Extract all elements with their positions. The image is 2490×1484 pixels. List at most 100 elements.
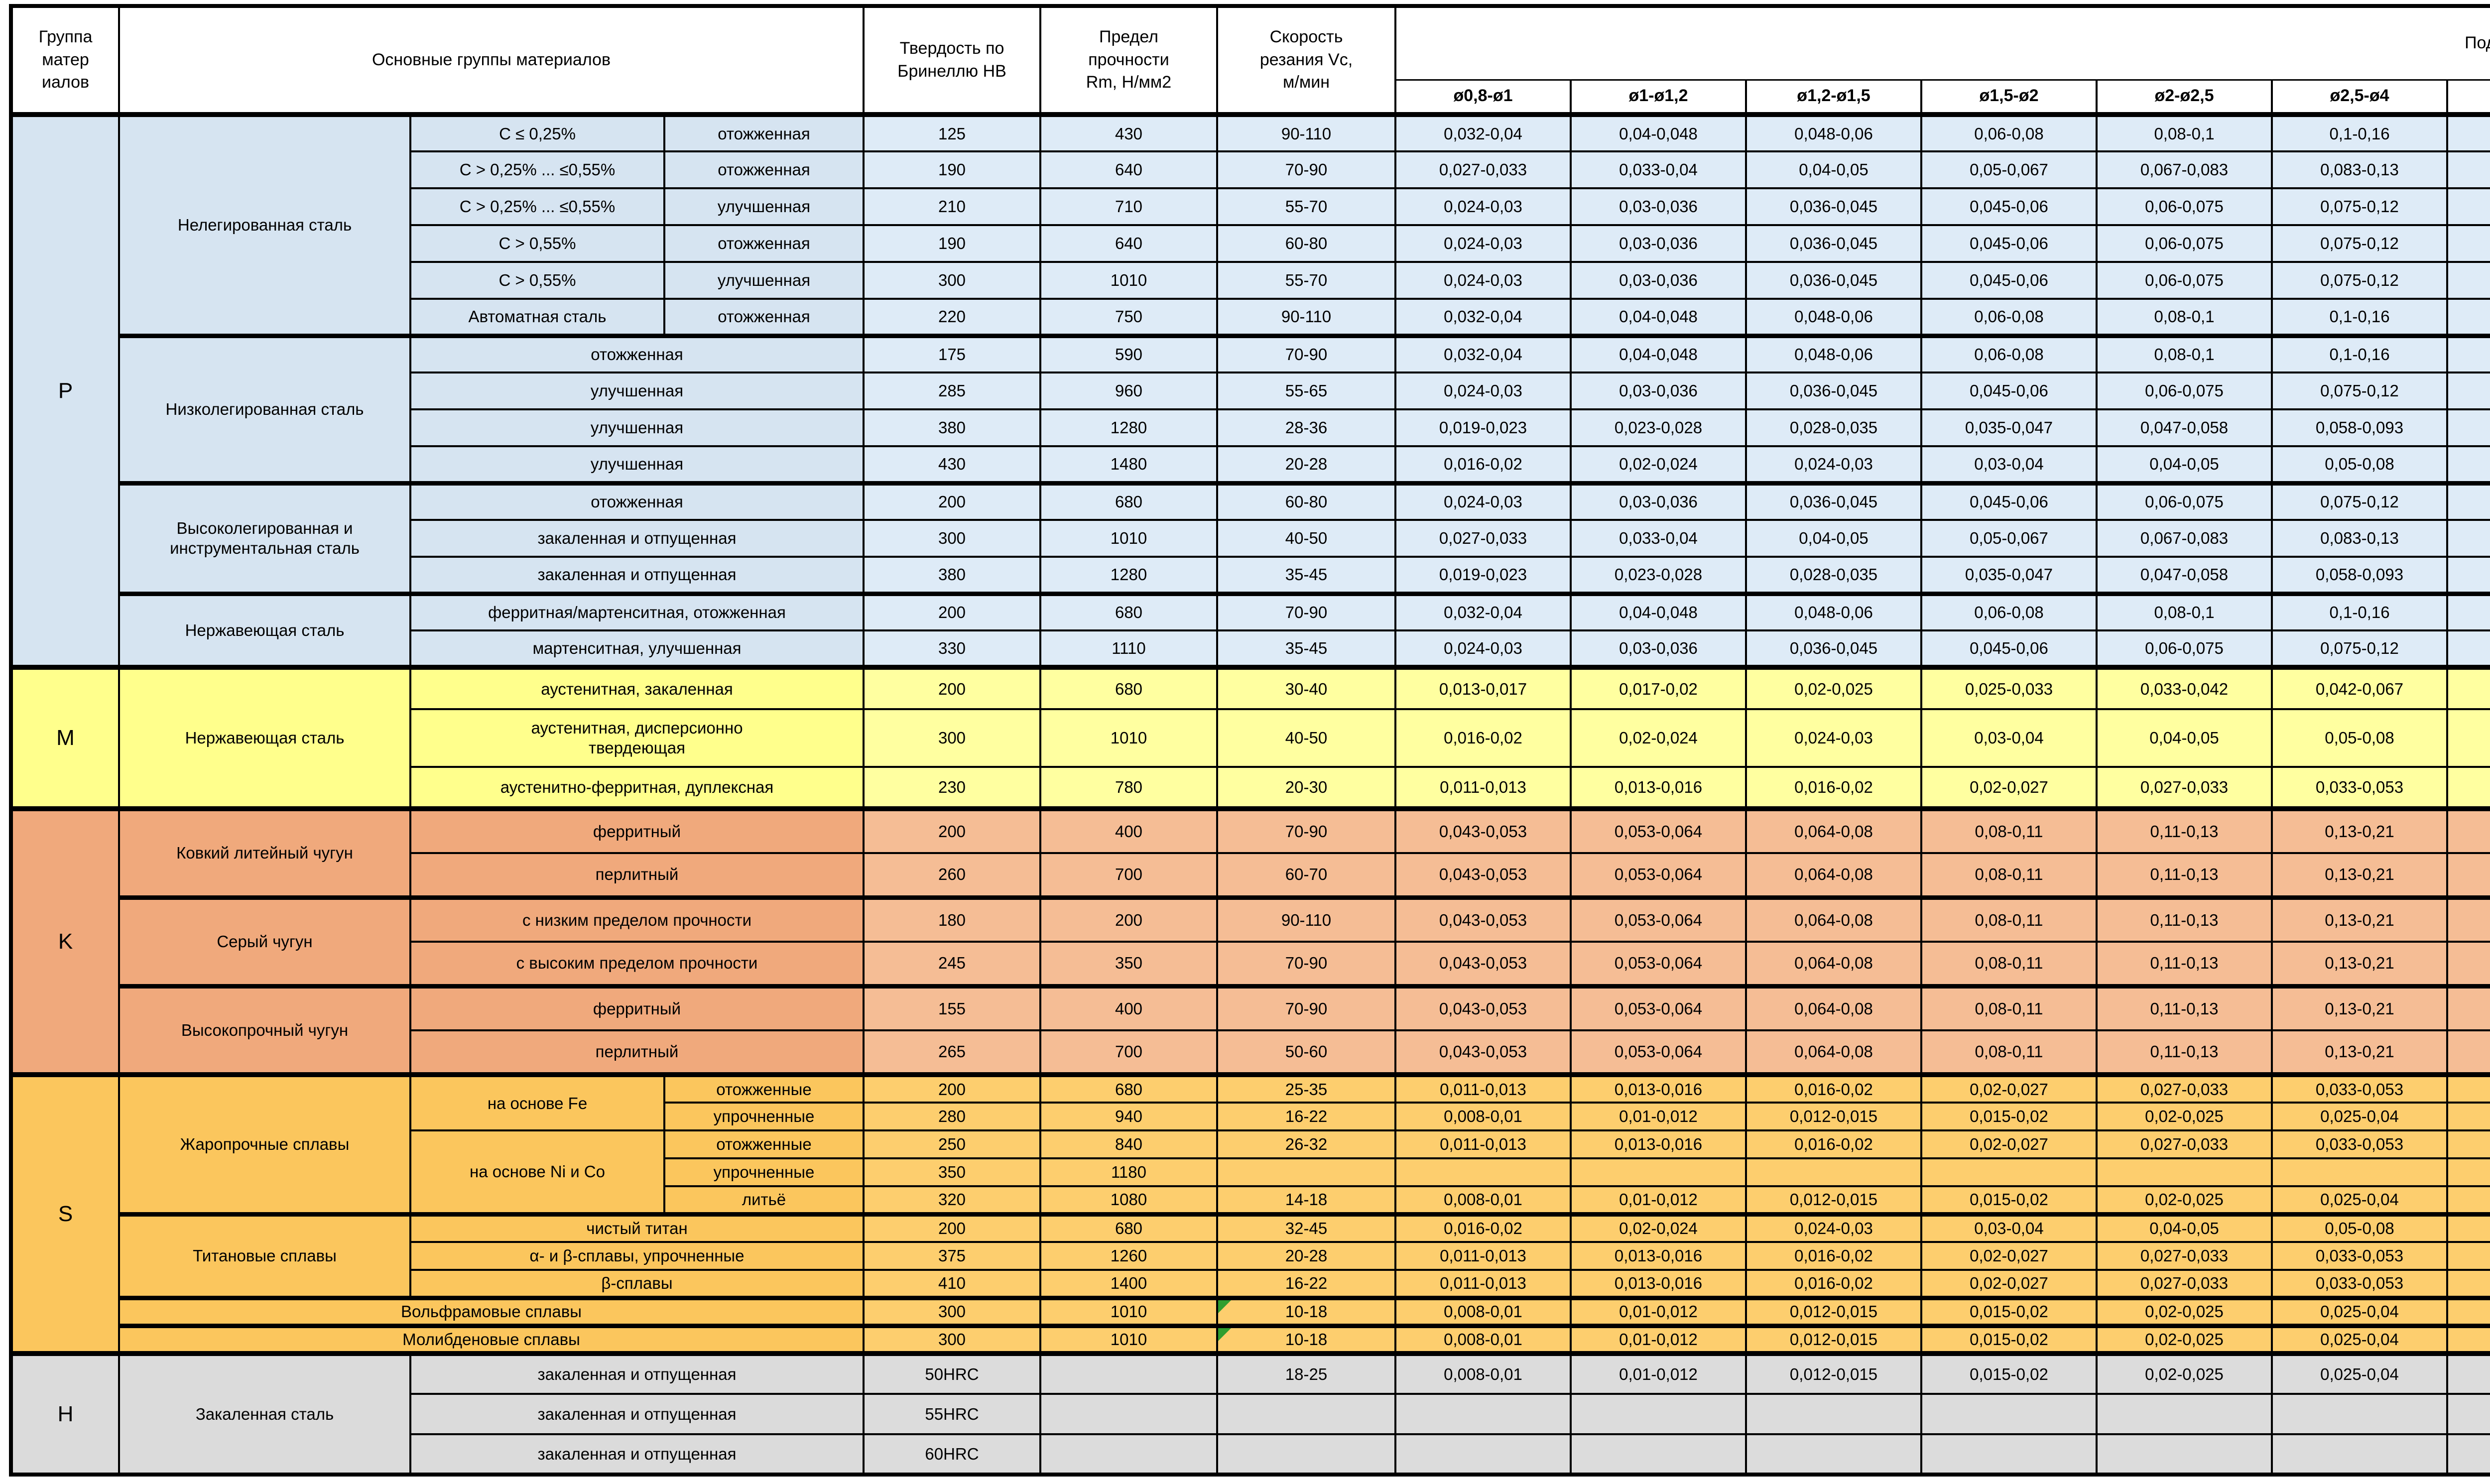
feed-value[interactable]: 0,058-0,093 bbox=[2272, 557, 2447, 594]
feed-value[interactable]: 0,067-0,083 bbox=[2097, 520, 2272, 557]
material-label[interactable]: Серый чугун bbox=[119, 897, 410, 986]
feed-value[interactable]: 0,067-0,083 bbox=[2447, 667, 2490, 709]
feed-value[interactable]: 0,053-0,064 bbox=[1571, 942, 1746, 986]
feed-value[interactable] bbox=[1395, 1434, 1571, 1475]
feed-value[interactable]: 0,053-0,067 bbox=[2447, 767, 2490, 809]
feed-value[interactable]: 0,064-0,08 bbox=[1746, 809, 1921, 853]
feed-value[interactable]: 0,02-0,025 bbox=[2097, 1103, 2272, 1130]
feed-value[interactable]: 0,053-0,067 bbox=[2447, 1130, 2490, 1158]
feed-value[interactable]: 0,11-0,13 bbox=[2097, 809, 2272, 853]
header-diameter-4[interactable]: ø1,5-ø2 bbox=[1921, 80, 2097, 115]
rm-value[interactable]: 680 bbox=[1040, 483, 1217, 520]
feed-value[interactable]: 0,045-0,06 bbox=[1921, 188, 2097, 225]
vc-value[interactable] bbox=[1217, 1394, 1395, 1434]
hb-value[interactable]: 200 bbox=[864, 594, 1040, 630]
hb-value[interactable]: 50HRC bbox=[864, 1354, 1040, 1394]
feed-value[interactable]: 0,03-0,036 bbox=[1571, 483, 1746, 520]
header-diameter-3[interactable]: ø1,2-ø1,5 bbox=[1746, 80, 1921, 115]
hb-value[interactable]: 380 bbox=[864, 409, 1040, 446]
feed-value[interactable]: 0,02-0,027 bbox=[1921, 767, 2097, 809]
feed-value[interactable]: 0,008-0,01 bbox=[1395, 1354, 1571, 1394]
feed-value[interactable]: 0,08-0,11 bbox=[1921, 853, 2097, 897]
feed-value[interactable]: 0,03-0,036 bbox=[1571, 262, 1746, 299]
feed-value[interactable]: 0,02-0,024 bbox=[1571, 446, 1746, 483]
hb-value[interactable]: 285 bbox=[864, 372, 1040, 409]
feed-value[interactable]: 0,11-0,13 bbox=[2097, 897, 2272, 942]
vc-value[interactable]: 55-70 bbox=[1217, 188, 1395, 225]
feed-value[interactable]: 0,06-0,08 bbox=[1921, 299, 2097, 336]
feed-value[interactable]: 0,03-0,04 bbox=[1921, 446, 2097, 483]
feed-value[interactable]: 0,12-0,15 bbox=[2447, 630, 2490, 667]
material-label[interactable]: Жаропрочные сплавы bbox=[119, 1075, 410, 1214]
material-label[interactable]: Нелегированная сталь bbox=[119, 115, 410, 336]
material-label[interactable]: Закаленная сталь bbox=[119, 1354, 410, 1475]
feed-value[interactable] bbox=[2097, 1434, 2272, 1475]
feed-value[interactable]: 0,015-0,02 bbox=[1921, 1186, 2097, 1214]
hb-value[interactable]: 175 bbox=[864, 336, 1040, 372]
vc-value[interactable]: 70-90 bbox=[1217, 336, 1395, 372]
hb-value[interactable]: 200 bbox=[864, 809, 1040, 853]
feed-value[interactable]: 0,064-0,08 bbox=[1746, 1030, 1921, 1075]
feed-value[interactable]: 0,016-0,02 bbox=[1746, 1075, 1921, 1103]
feed-value[interactable]: 0,008-0,01 bbox=[1395, 1103, 1571, 1130]
rm-value[interactable]: 1010 bbox=[1040, 262, 1217, 299]
feed-value[interactable]: 0,075-0,12 bbox=[2272, 630, 2447, 667]
vc-value[interactable]: 60-80 bbox=[1217, 225, 1395, 262]
feed-value[interactable]: 0,04-0,05 bbox=[2447, 1186, 2490, 1214]
hb-value[interactable]: 55HRC bbox=[864, 1394, 1040, 1434]
vc-value[interactable]: 35-45 bbox=[1217, 557, 1395, 594]
header-feed[interactable]: Подача Fn, мм/об bbox=[1395, 6, 2490, 80]
vc-value[interactable]: 50-60 bbox=[1217, 1030, 1395, 1075]
feed-value[interactable]: 0,13-0,21 bbox=[2272, 986, 2447, 1030]
feed-value[interactable]: 0,045-0,06 bbox=[1921, 630, 2097, 667]
feed-value[interactable]: 0,025-0,04 bbox=[2272, 1354, 2447, 1394]
feed-value[interactable]: 0,043-0,053 bbox=[1395, 1030, 1571, 1075]
material-label[interactable]: Автоматная сталь bbox=[410, 299, 664, 336]
feed-value[interactable]: 0,033-0,053 bbox=[2272, 1270, 2447, 1298]
feed-value[interactable]: 0,024-0,03 bbox=[1746, 446, 1921, 483]
feed-value[interactable]: 0,045-0,06 bbox=[1921, 262, 2097, 299]
feed-value[interactable]: 0,033-0,042 bbox=[2097, 667, 2272, 709]
feed-value[interactable]: 0,032-0,04 bbox=[1395, 115, 1571, 151]
feed-value[interactable]: 0,027-0,033 bbox=[2097, 1242, 2272, 1270]
feed-value[interactable]: 0,05-0,08 bbox=[2272, 709, 2447, 767]
feed-value[interactable]: 0,075-0,12 bbox=[2272, 372, 2447, 409]
feed-value[interactable] bbox=[2447, 1158, 2490, 1186]
rm-value[interactable]: 430 bbox=[1040, 115, 1217, 151]
feed-value[interactable]: 0,1-0,16 bbox=[2272, 299, 2447, 336]
feed-value[interactable]: 0,075-0,12 bbox=[2272, 483, 2447, 520]
feed-value[interactable]: 0,027-0,033 bbox=[2097, 1270, 2272, 1298]
feed-value[interactable]: 0,16-0,2 bbox=[2447, 336, 2490, 372]
rm-value[interactable] bbox=[1040, 1434, 1217, 1475]
material-label[interactable]: Высоколегированная и инструментальная ст… bbox=[119, 483, 410, 594]
material-label[interactable]: C > 0,25% ... ≤0,55% bbox=[410, 151, 664, 188]
feed-value[interactable]: 0,04-0,05 bbox=[1746, 520, 1921, 557]
material-label[interactable]: упрочненные bbox=[664, 1103, 864, 1130]
material-label[interactable]: на основе Fe bbox=[410, 1075, 664, 1130]
feed-value[interactable]: 0,016-0,02 bbox=[1746, 1270, 1921, 1298]
feed-value[interactable]: 0,06-0,075 bbox=[2097, 188, 2272, 225]
feed-value[interactable]: 0,06-0,075 bbox=[2097, 372, 2272, 409]
feed-value[interactable]: 0,033-0,053 bbox=[2272, 1130, 2447, 1158]
feed-value[interactable]: 0,03-0,04 bbox=[1921, 1214, 2097, 1242]
material-label[interactable]: Титановые сплавы bbox=[119, 1214, 410, 1298]
material-label[interactable]: отожженные bbox=[664, 1075, 864, 1103]
feed-value[interactable]: 0,053-0,064 bbox=[1571, 809, 1746, 853]
vc-value[interactable]: 90-110 bbox=[1217, 299, 1395, 336]
feed-value[interactable]: 0,01-0,012 bbox=[1571, 1103, 1746, 1130]
feed-value[interactable]: 0,028-0,035 bbox=[1746, 409, 1921, 446]
header-hardness[interactable]: Твердость по Бринеллю HB bbox=[864, 6, 1040, 115]
feed-value[interactable]: 0,035-0,047 bbox=[1921, 557, 2097, 594]
vc-value[interactable]: 70-90 bbox=[1217, 594, 1395, 630]
feed-value[interactable]: 0,036-0,045 bbox=[1746, 630, 1921, 667]
feed-value[interactable]: 0,045-0,06 bbox=[1921, 225, 2097, 262]
feed-value[interactable]: 0,16-0,2 bbox=[2447, 299, 2490, 336]
feed-value[interactable]: 0,013-0,016 bbox=[1571, 1075, 1746, 1103]
feed-value[interactable]: 0,053-0,064 bbox=[1571, 1030, 1746, 1075]
rm-value[interactable]: 1280 bbox=[1040, 557, 1217, 594]
feed-value[interactable] bbox=[1571, 1394, 1746, 1434]
feed-value[interactable]: 0,03-0,036 bbox=[1571, 630, 1746, 667]
feed-value[interactable]: 0,083-0,13 bbox=[2272, 520, 2447, 557]
feed-value[interactable]: 0,05-0,08 bbox=[2272, 1214, 2447, 1242]
feed-value[interactable]: 0,08-0,11 bbox=[1921, 1030, 2097, 1075]
